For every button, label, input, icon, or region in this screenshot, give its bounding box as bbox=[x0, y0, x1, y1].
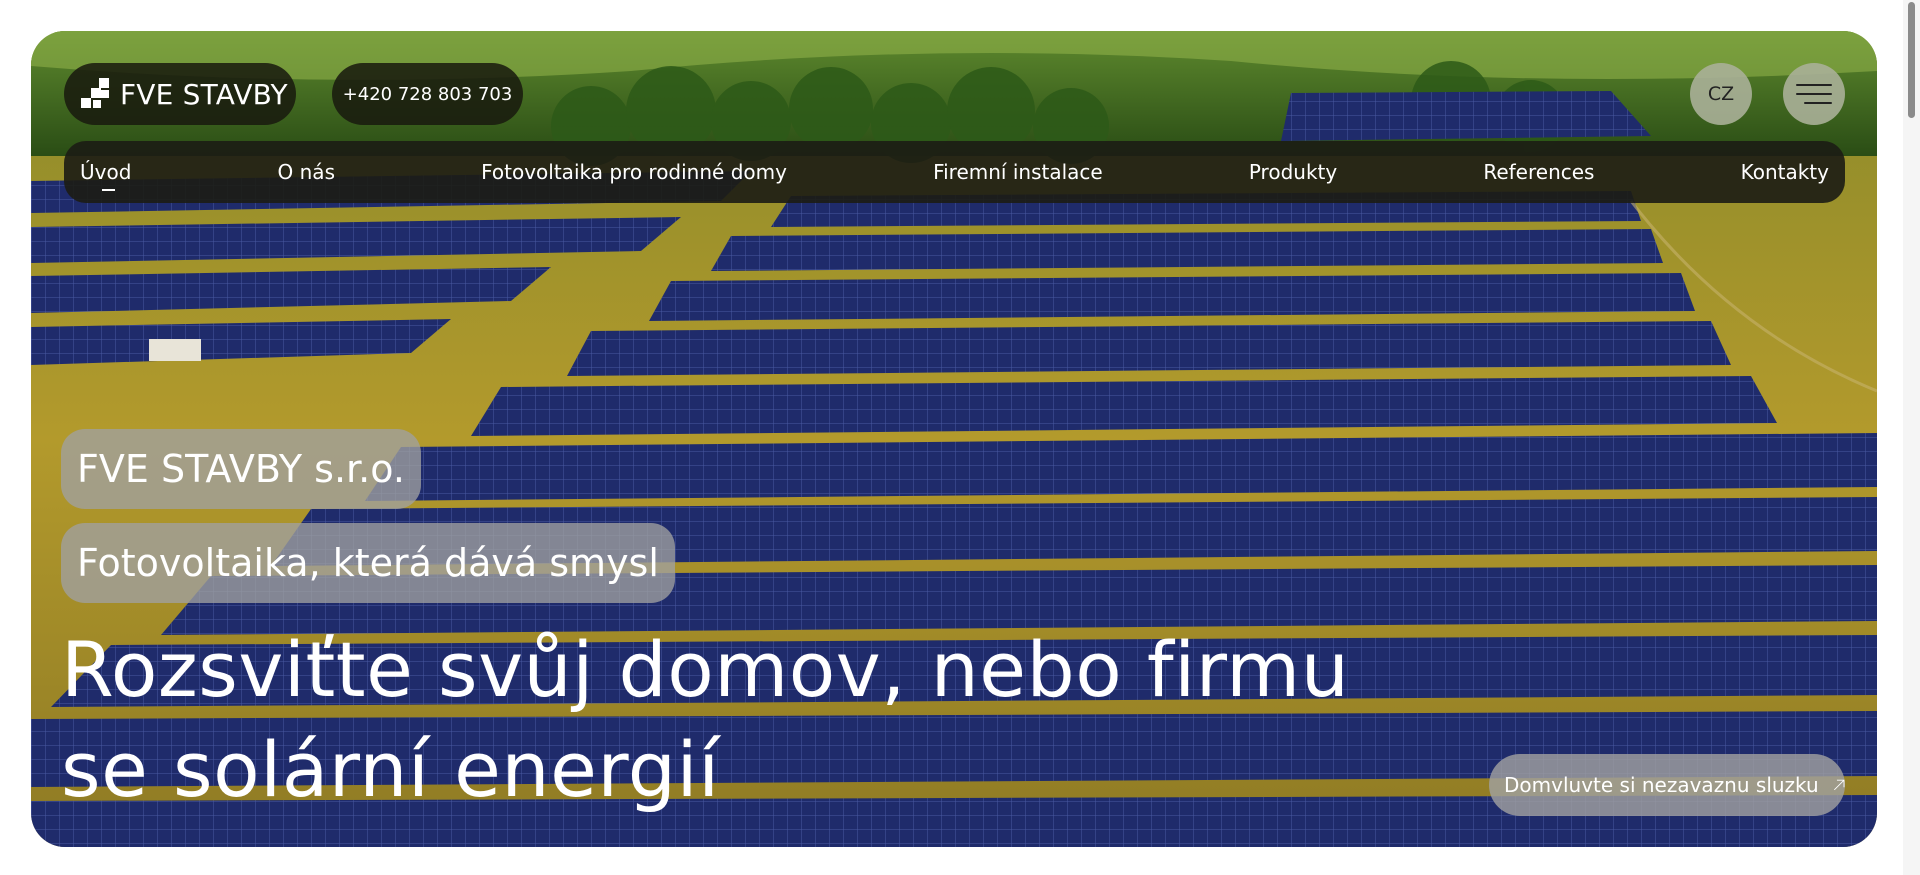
hamburger-menu-button[interactable] bbox=[1783, 63, 1845, 125]
nav-item-business-installation[interactable]: Firemní instalace bbox=[933, 160, 1103, 184]
book-consultation-button[interactable]: Domvluvte si nezavaznu sluzku bbox=[1489, 754, 1845, 816]
top-bar: FVE STAVBY +420 728 803 703 CZ bbox=[31, 31, 1877, 151]
main-navigation: Úvod O nás Fotovoltaika pro rodinné domy… bbox=[64, 141, 1845, 203]
nav-item-contacts[interactable]: Kontakty bbox=[1741, 160, 1829, 184]
cta-label: Domvluvte si nezavaznu sluzku bbox=[1504, 773, 1819, 797]
logo-icon bbox=[81, 78, 109, 108]
company-name-badge: FVE STAVBY s.r.o. bbox=[61, 429, 421, 509]
logo[interactable]: FVE STAVBY bbox=[64, 63, 296, 125]
language-switch-button[interactable]: CZ bbox=[1690, 63, 1752, 125]
nav-item-products[interactable]: Produkty bbox=[1249, 160, 1337, 184]
nav-item-residential-pv[interactable]: Fotovoltaika pro rodinné domy bbox=[481, 160, 787, 184]
nav-item-uvod[interactable]: Úvod bbox=[80, 160, 131, 191]
arrow-up-right-icon bbox=[1833, 779, 1845, 791]
page-scrollbar[interactable] bbox=[1903, 0, 1920, 875]
nav-item-o-nas[interactable]: O nás bbox=[278, 160, 335, 184]
scrollbar-thumb[interactable] bbox=[1908, 2, 1915, 118]
hero-headline: Rozsviťte svůj domov, nebo firmu se solá… bbox=[61, 620, 1349, 820]
slogan-badge: Fotovoltaika, která dává smysl bbox=[61, 523, 675, 603]
nav-item-references[interactable]: References bbox=[1483, 160, 1594, 184]
hamburger-menu-icon bbox=[1796, 84, 1832, 104]
hero-headline-line-1: Rozsviťte svůj domov, nebo firmu bbox=[61, 625, 1350, 714]
hero-section: FVE STAVBY +420 728 803 703 CZ Úvod O ná… bbox=[31, 31, 1877, 847]
hero-headline-line-2: se solární energií bbox=[61, 725, 720, 814]
logo-text: FVE STAVBY bbox=[120, 77, 288, 111]
phone-button[interactable]: +420 728 803 703 bbox=[332, 63, 523, 125]
